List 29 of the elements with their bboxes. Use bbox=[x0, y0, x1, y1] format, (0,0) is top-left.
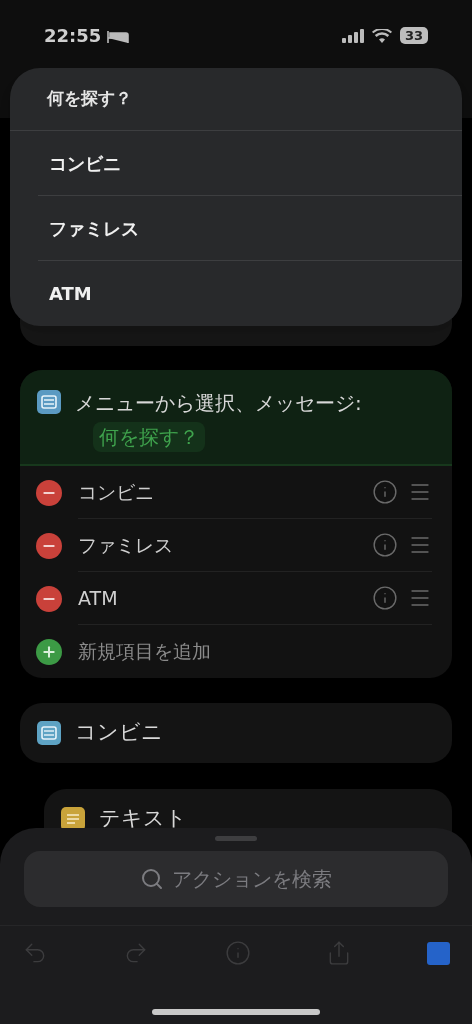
action-title: テキスト bbox=[99, 805, 187, 832]
add-icon[interactable] bbox=[36, 638, 62, 665]
menu-option[interactable]: ATM bbox=[38, 261, 462, 326]
remove-icon[interactable] bbox=[36, 585, 62, 612]
menu-action-icon bbox=[37, 390, 61, 414]
remove-icon[interactable] bbox=[36, 479, 62, 506]
menu-item-label: コンビニ bbox=[78, 479, 155, 505]
info-icon[interactable] bbox=[372, 585, 398, 611]
info-icon[interactable] bbox=[372, 479, 398, 505]
menu-option[interactable]: コンビニ bbox=[38, 131, 462, 196]
status-time: 22:55 bbox=[44, 24, 102, 48]
info-icon[interactable] bbox=[372, 532, 398, 558]
search-icon bbox=[140, 867, 164, 891]
text-action-icon bbox=[61, 807, 85, 831]
action-title: メニューから選択、メッセージ: bbox=[75, 390, 362, 417]
menu-option[interactable]: ファミレス bbox=[38, 196, 462, 261]
menu-item-label: ファミレス bbox=[78, 532, 174, 558]
prompt-token[interactable]: 何を探す？ bbox=[93, 422, 205, 452]
search-placeholder: アクションを検索 bbox=[172, 866, 332, 893]
battery-indicator: 33 bbox=[399, 27, 428, 44]
wifi-icon bbox=[371, 28, 392, 43]
add-item-label[interactable]: 新規項目を追加 bbox=[78, 637, 432, 666]
action-title: コンビニ bbox=[75, 719, 163, 747]
menu-title: 何を探す？ bbox=[47, 87, 132, 111]
menu-item-label: ATM bbox=[78, 585, 119, 611]
signal-icon bbox=[341, 28, 364, 43]
menu-action-icon bbox=[37, 721, 61, 745]
run-button[interactable] bbox=[427, 941, 450, 965]
remove-icon[interactable] bbox=[36, 532, 62, 559]
